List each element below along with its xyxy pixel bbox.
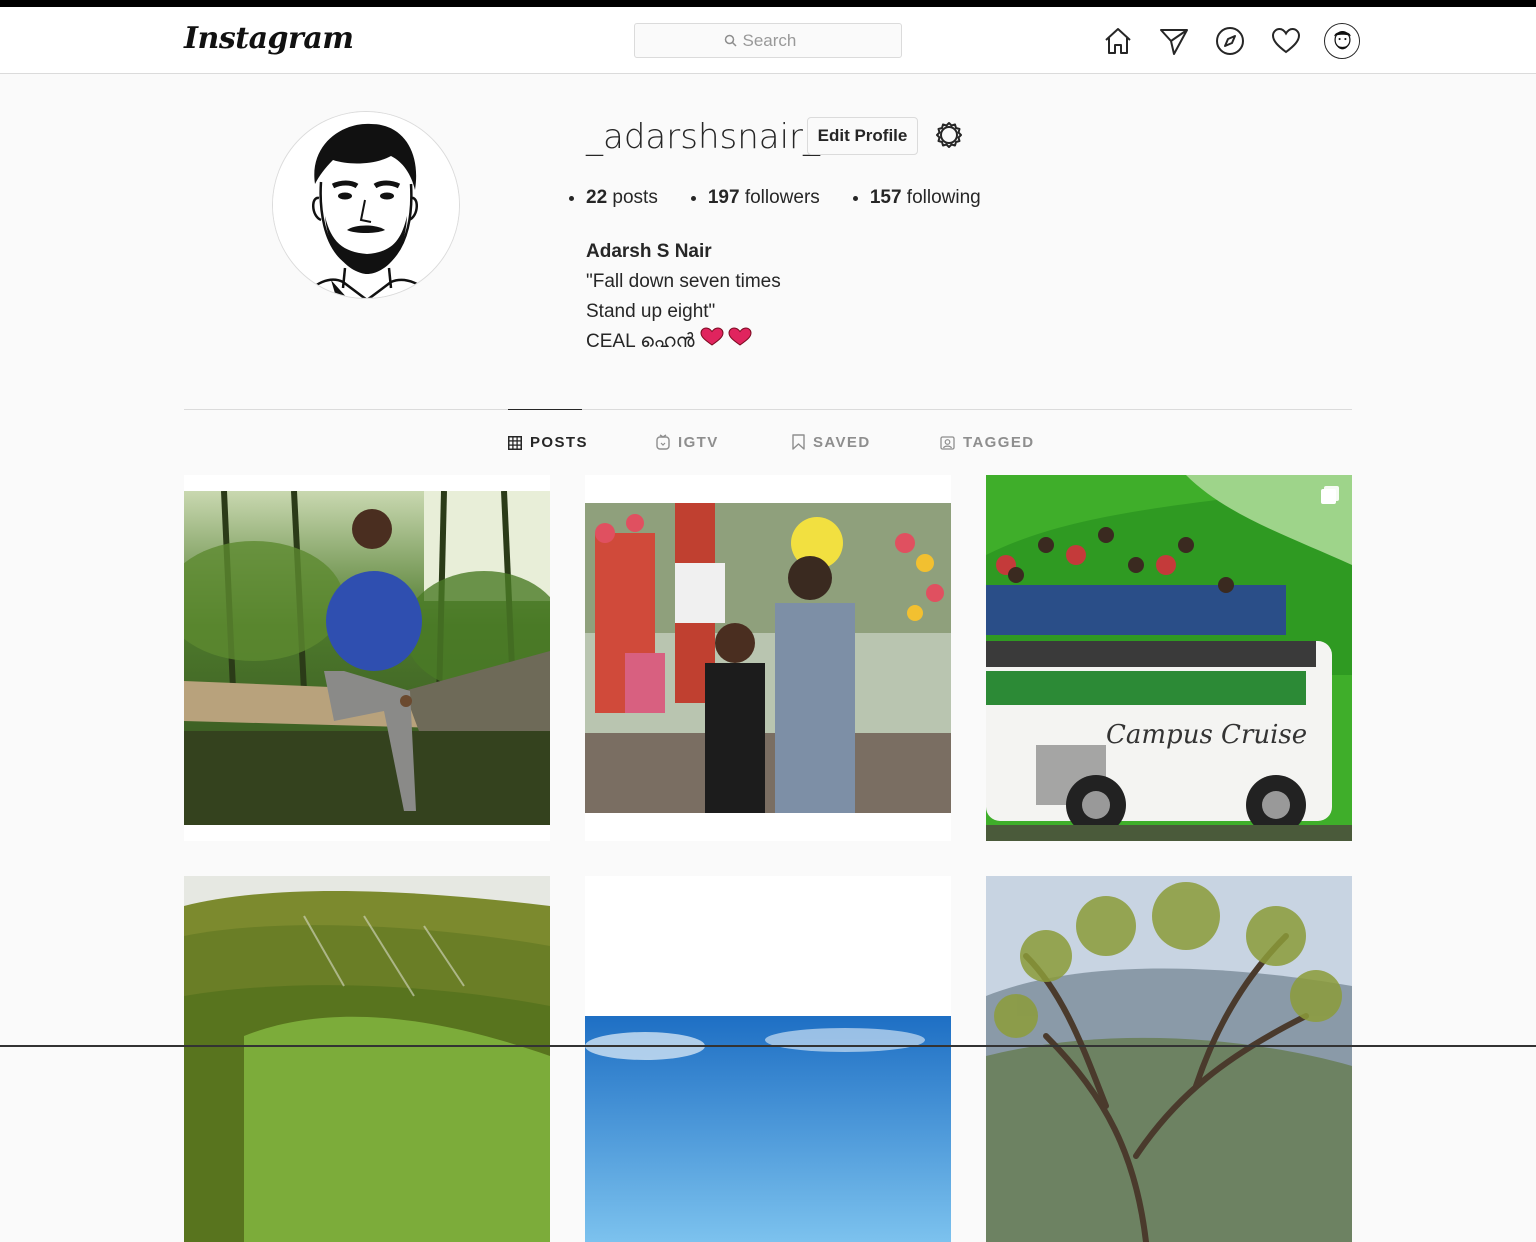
- search-icon: [724, 34, 737, 47]
- following-count[interactable]: 157 following: [870, 187, 981, 209]
- tab-saved-label: SAVED: [813, 433, 871, 451]
- profile-bio: Adarsh S Nair "Fall down seven times Sta…: [586, 237, 781, 357]
- following-number: 157: [869, 187, 902, 208]
- following-label: following: [906, 187, 981, 208]
- profile-tabs: POSTS IGTV SAVED TAGGED: [0, 409, 1536, 475]
- direct-icon[interactable]: [1156, 23, 1192, 59]
- browser-top-strip: [0, 0, 1536, 7]
- multiple-photos-icon: [1320, 485, 1340, 505]
- tab-igtv-label: IGTV: [678, 433, 719, 451]
- search-input[interactable]: [742, 30, 813, 51]
- profile-full-name: Adarsh S Nair: [586, 241, 712, 262]
- tab-tagged[interactable]: TAGGED: [940, 409, 1034, 475]
- tagged-icon: [940, 435, 955, 450]
- post-tile[interactable]: Campus Cruise: [986, 475, 1352, 841]
- followers-number: 197: [707, 187, 740, 208]
- posts-count[interactable]: 22 posts: [586, 187, 658, 209]
- bio-line-1: "Fall down seven times: [586, 271, 781, 292]
- explore-icon[interactable]: [1212, 23, 1248, 59]
- activity-heart-icon[interactable]: [1268, 23, 1304, 59]
- bio-line-3: CEAL ഹെൻ: [586, 327, 781, 357]
- settings-gear-icon[interactable]: [932, 119, 966, 153]
- bio-line-3-text: CEAL ഹെൻ: [586, 331, 695, 352]
- bio-line-2: Stand up eight": [586, 301, 716, 322]
- post-tile[interactable]: [585, 876, 951, 1242]
- profile-picture[interactable]: [272, 111, 460, 299]
- heart-emoji: [694, 327, 752, 352]
- instagram-logo[interactable]: Instagram: [184, 21, 354, 56]
- igtv-icon: [656, 434, 670, 450]
- post-tile[interactable]: [184, 475, 550, 841]
- bookmark-icon: [792, 434, 805, 450]
- posts-label: posts: [612, 187, 658, 208]
- grid-icon: [508, 435, 522, 450]
- profile-stats: 22 posts 197 followers 157 following: [586, 187, 1031, 209]
- profile-avatar[interactable]: [1324, 23, 1360, 59]
- posts-number: 22: [586, 187, 608, 208]
- nav-icons: [1100, 23, 1360, 59]
- followers-label: followers: [744, 187, 820, 208]
- home-icon[interactable]: [1100, 23, 1136, 59]
- post-tile[interactable]: [184, 876, 550, 1242]
- edit-profile-button[interactable]: Edit Profile: [807, 117, 918, 155]
- tab-saved[interactable]: SAVED: [792, 409, 871, 475]
- tab-igtv[interactable]: IGTV: [656, 409, 719, 475]
- svg-text:Campus Cruise: Campus Cruise: [1106, 720, 1307, 750]
- top-navbar: Instagram: [0, 7, 1536, 74]
- tab-posts[interactable]: POSTS: [508, 409, 586, 475]
- followers-count[interactable]: 197 followers: [708, 187, 820, 209]
- post-tile[interactable]: [986, 876, 1352, 1242]
- tab-tagged-label: TAGGED: [963, 433, 1035, 451]
- profile-username: _adarshsnair_: [586, 117, 821, 157]
- search-box[interactable]: [634, 23, 902, 58]
- tab-posts-label: POSTS: [530, 434, 588, 451]
- post-tile[interactable]: [585, 475, 951, 841]
